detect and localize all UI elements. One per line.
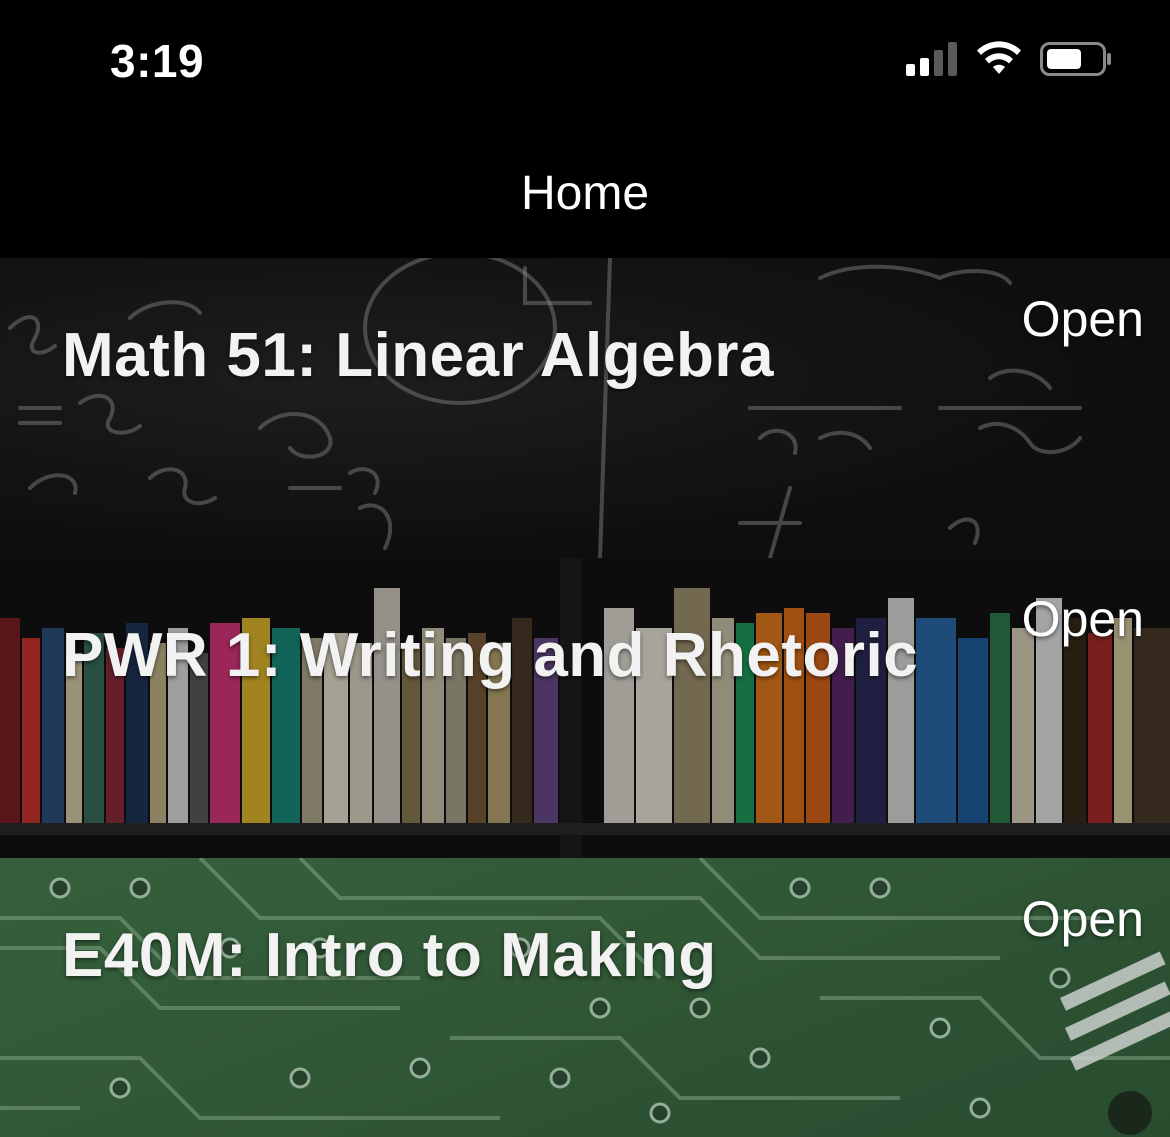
open-button[interactable]: Open: [1022, 290, 1144, 348]
status-bar: 3:19: [0, 0, 1170, 120]
course-card-e40m[interactable]: E40M: Intro to Making Open: [0, 858, 1170, 1137]
open-button[interactable]: Open: [1022, 890, 1144, 948]
course-card-math51[interactable]: Math 51: Linear Algebra Open: [0, 258, 1170, 558]
course-card-pwr1[interactable]: PWR 1: Writing and Rhetoric Open: [0, 558, 1170, 858]
wifi-icon: [977, 41, 1021, 74]
course-title: E40M: Intro to Making: [62, 921, 717, 990]
course-title: PWR 1: Writing and Rhetoric: [62, 621, 919, 690]
course-title: Math 51: Linear Algebra: [62, 321, 775, 390]
battery-icon: [1040, 42, 1111, 76]
navigation-bar: Home: [0, 120, 1170, 258]
open-button[interactable]: Open: [1022, 590, 1144, 648]
page-title: Home: [520, 167, 650, 220]
status-time: 3:19: [110, 35, 205, 87]
cellular-signal-icon: [906, 42, 960, 76]
